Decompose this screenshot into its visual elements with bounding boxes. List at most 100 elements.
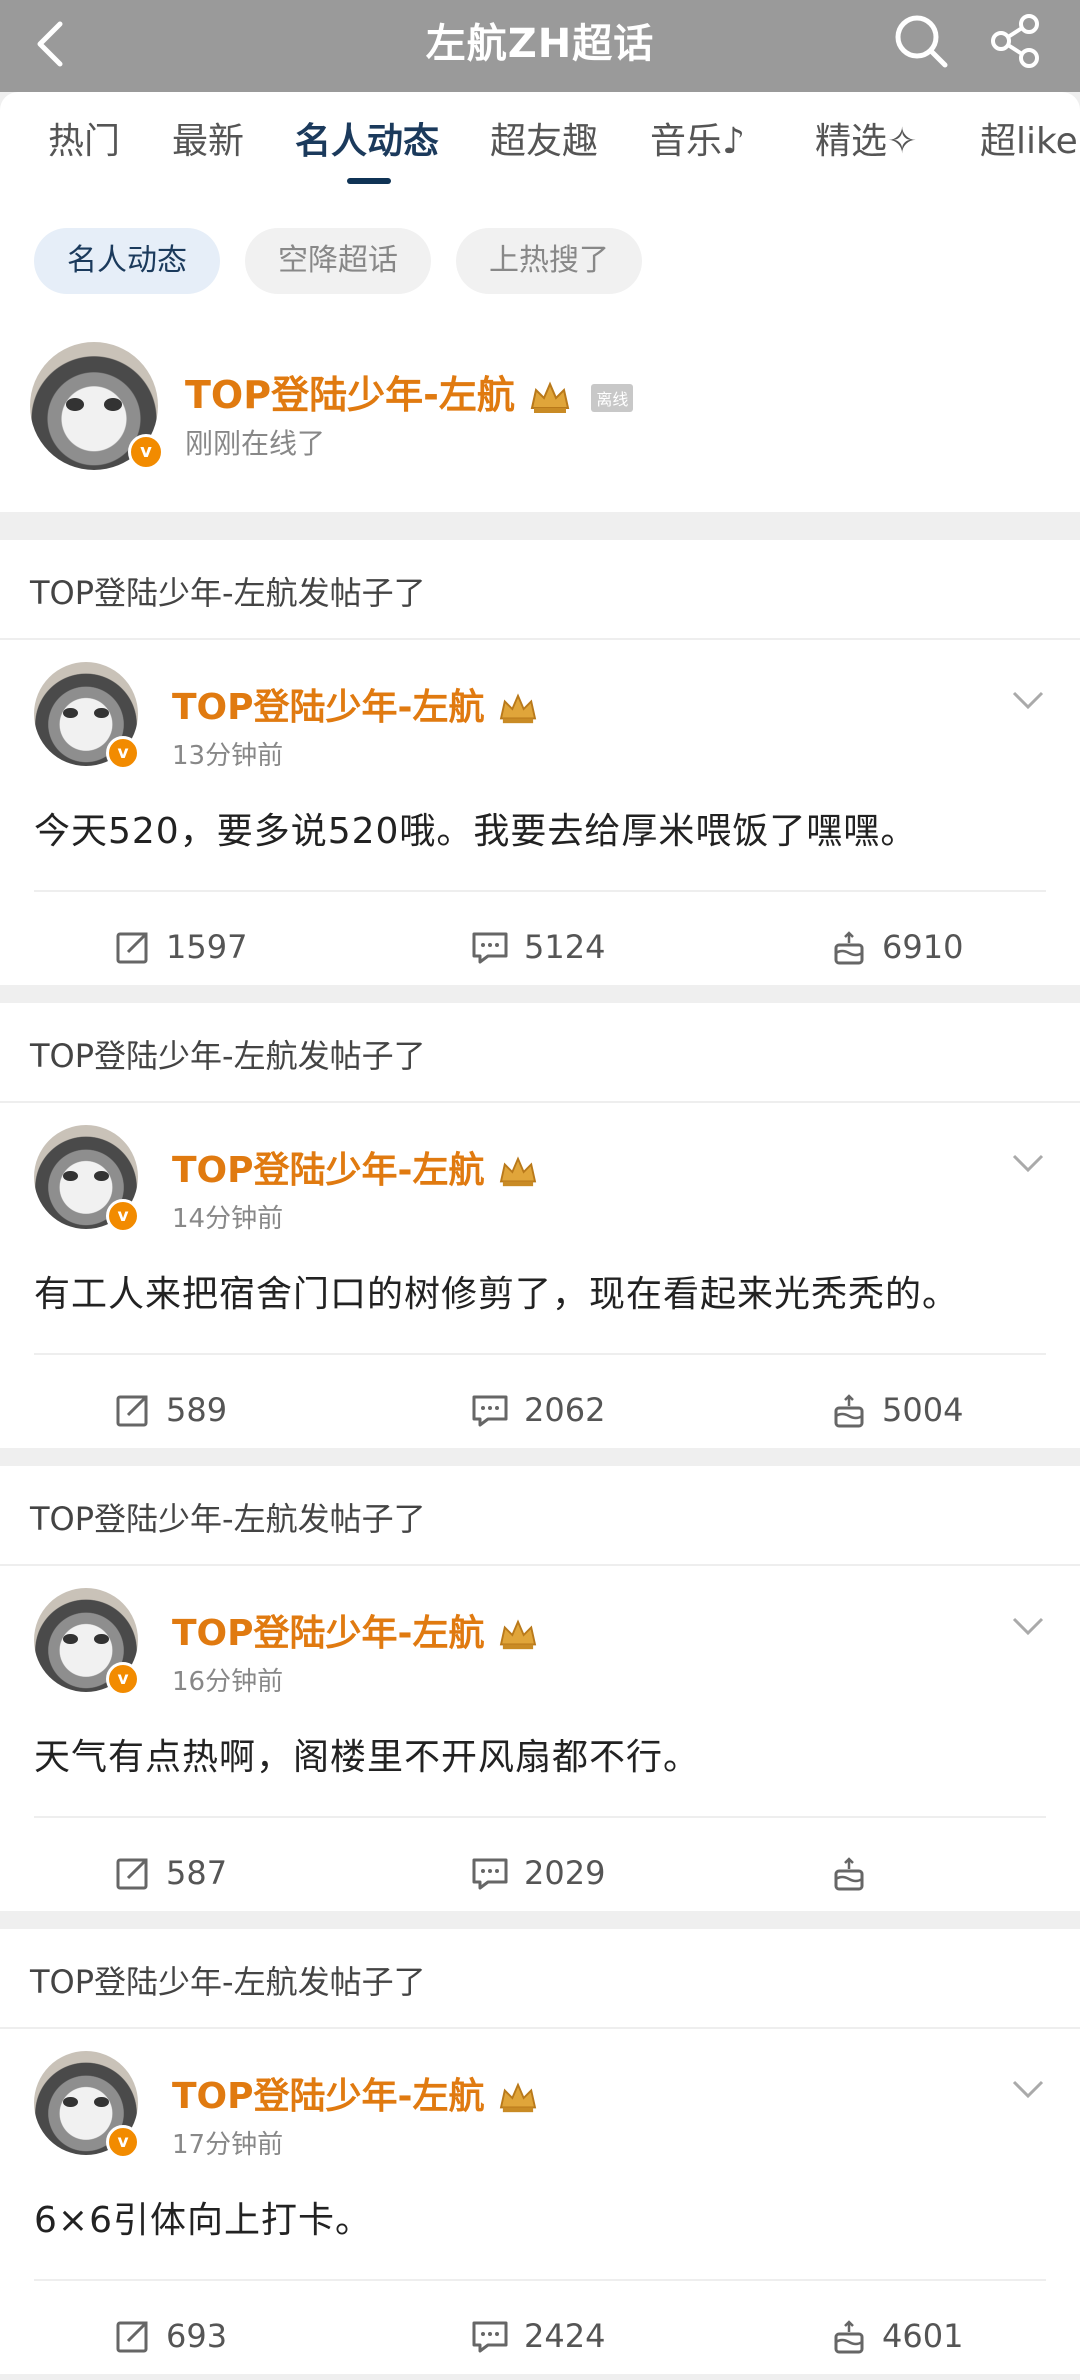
like-button[interactable]: 4601 [830,2301,963,2371]
post-card[interactable]: TOP登陆少年-左航发帖子了 v TOP登陆少年-左航 14分钟前 有工人来把宿… [0,1003,1080,1448]
tab-hot[interactable]: 热门 [48,118,120,166]
chevron-down-icon[interactable] [1010,2077,1046,2101]
post-author-text: TOP登陆少年-左航 [172,1150,485,1191]
divider [34,2279,1046,2281]
like-count: 6910 [882,928,964,966]
repost-button[interactable]: 587 [114,1838,227,1908]
post-author[interactable]: TOP登陆少年-左航 [172,1141,539,1193]
crown-icon [530,380,570,413]
post-card[interactable]: TOP登陆少年-左航发帖子了 v TOP登陆少年-左航 13分钟前 今天520，… [0,540,1080,985]
divider [34,890,1046,892]
verified-badge-icon: v [128,434,164,470]
post-text: 有工人来把宿舍门口的树修剪了，现在看起来光秃秃的。 [34,1274,960,1315]
post-time: 13分钟前 [172,741,284,771]
repost-icon [116,932,148,964]
tab-superlike[interactable]: 超like [980,118,1078,166]
post-author-text: TOP登陆少年-左航 [172,1613,485,1654]
comment-button[interactable]: 2062 [470,1375,605,1445]
post-header: TOP登陆少年-左航发帖子了 [30,1500,426,1538]
verified-badge-icon: v [106,736,140,770]
comment-count: 2029 [524,1854,606,1892]
tab-underline [347,178,391,184]
profile-name[interactable]: TOP登陆少年-左航 离线 [185,364,634,419]
divider [0,1101,1080,1103]
verified-badge-icon: v [106,1199,140,1233]
comment-button[interactable]: 5124 [470,912,605,982]
chevron-down-icon[interactable] [1010,1151,1046,1175]
post-card[interactable]: TOP登陆少年-左航发帖子了 v TOP登陆少年-左航 16分钟前 天气有点热啊… [0,1466,1080,1911]
tab-music[interactable]: 音乐♪ [650,118,745,166]
post-header: TOP登陆少年-左航发帖子了 [30,574,426,612]
post-time: 14分钟前 [172,1204,284,1234]
chevron-down-icon[interactable] [1010,688,1046,712]
featured-icon: ✧ [887,121,918,162]
tab-featured[interactable]: 精选✧ [815,118,917,166]
post-header: TOP登陆少年-左航发帖子了 [30,1037,426,1075]
repost-count: 1597 [166,928,248,966]
post-time: 17分钟前 [172,2130,284,2160]
divider [0,2027,1080,2029]
chip-airdrop[interactable]: 空降超话 [245,228,431,294]
chip-trending[interactable]: 上热搜了 [456,228,642,294]
comment-button[interactable]: 2029 [470,1838,605,1908]
profile-name-text: TOP登陆少年-左航 [185,373,515,417]
post-author[interactable]: TOP登陆少年-左航 [172,678,539,730]
post-time: 16分钟前 [172,1667,284,1697]
like-button[interactable]: 5004 [830,1375,963,1445]
tab-bar: 热门 最新 名人动态 超友趣 音乐♪ 精选✧ 超like [0,92,1080,192]
filter-chips: 名人动态 空降超话 上热搜了 [0,228,1080,298]
repost-count: 587 [166,1854,228,1892]
tab-music-label: 音乐 [650,121,723,162]
tab-friends[interactable]: 超友趣 [490,118,598,166]
comment-count: 2062 [524,1391,606,1429]
comment-icon [472,2321,508,2353]
chip-celebrity[interactable]: 名人动态 [34,228,220,294]
repost-icon [116,1858,148,1890]
search-icon[interactable] [890,10,952,72]
post-text: 6×6引体向上打卡。 [34,2200,372,2241]
comment-icon [472,1395,508,1427]
post-text: 天气有点热啊，阁楼里不开风扇都不行。 [34,1737,701,1778]
like-button[interactable]: 6910 [830,912,963,982]
crown-icon [499,2082,537,2113]
post-actions: 587 2029 [0,1838,1080,1908]
crown-icon [499,1156,537,1187]
comment-button[interactable]: 2424 [470,2301,605,2371]
post-card[interactable]: TOP登陆少年-左航发帖子了 v TOP登陆少年-左航 17分钟前 6×6引体向… [0,1929,1080,2374]
divider [0,638,1080,640]
post-text: 今天520，要多说520哦。我要去给厚米喂饭了嘿嘿。 [34,811,918,852]
offline-tag: 离线 [591,383,634,412]
profile-row[interactable]: v TOP登陆少年-左航 离线 刚刚在线了 [0,342,1080,512]
top-bar: 左航ZH超话 [0,0,1080,92]
comment-count: 5124 [524,928,606,966]
like-icon [834,931,864,965]
divider [0,1564,1080,1566]
tab-featured-label: 精选 [815,121,888,162]
post-author[interactable]: TOP登陆少年-左航 [172,1604,539,1656]
repost-icon [116,1395,148,1427]
post-actions: 589 2062 5004 [0,1375,1080,1445]
tab-celebrity[interactable]: 名人动态 [295,118,439,166]
repost-button[interactable]: 589 [114,1375,227,1445]
post-author-text: TOP登陆少年-左航 [172,2076,485,2117]
like-button[interactable] [830,1838,882,1908]
post-author[interactable]: TOP登陆少年-左航 [172,2067,539,2119]
post-actions: 1597 5124 6910 [0,912,1080,982]
repost-button[interactable]: 693 [114,2301,227,2371]
comment-icon [472,1858,508,1890]
repost-button[interactable]: 1597 [114,912,247,982]
crown-icon [499,693,537,724]
post-header: TOP登陆少年-左航发帖子了 [30,1963,426,2001]
like-icon [834,2320,864,2354]
post-actions: 693 2424 4601 [0,2301,1080,2371]
like-icon [834,1394,864,1428]
top-sheet: 热门 最新 名人动态 超友趣 音乐♪ 精选✧ 超like 名人动态 空降超话 上… [0,92,1080,512]
share-icon[interactable] [985,10,1047,72]
comment-icon [472,932,508,964]
music-note-icon: ♪ [722,121,745,162]
tab-latest[interactable]: 最新 [172,118,244,166]
chevron-down-icon[interactable] [1010,1614,1046,1638]
verified-badge-icon: v [106,1662,140,1696]
profile-status: 刚刚在线了 [185,427,326,460]
repost-icon [116,2321,148,2353]
